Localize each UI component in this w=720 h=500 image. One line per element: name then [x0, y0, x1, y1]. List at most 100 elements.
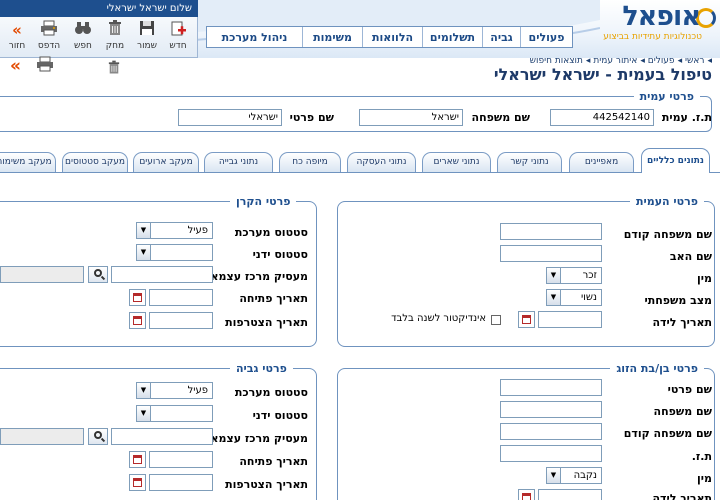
fund-system-status-select[interactable]: פעיל ▼	[136, 222, 213, 239]
back-arrows-icon: «	[12, 21, 22, 39]
tab-status-tracking[interactable]: מעקב סטטוסים	[62, 152, 128, 172]
page-title: טיפול בעמית - ישראל ישראלי	[493, 65, 712, 84]
fund-system-status-label: סטטוס מערכת	[234, 226, 308, 239]
member-marital-value: נשוי	[580, 292, 597, 303]
tab-contact-data[interactable]: נתוני קשר	[497, 152, 562, 172]
print-button[interactable]: הדפס	[34, 20, 64, 54]
calendar-icon[interactable]	[129, 312, 146, 329]
user-greeting: שלום ישראל ישראלי	[0, 0, 198, 17]
calendar-icon[interactable]	[129, 451, 146, 468]
nav-item-system-admin[interactable]: ניהול מערכת	[207, 27, 302, 47]
tab-event-tracking[interactable]: מעקב ארועים	[133, 152, 199, 172]
spouse-id-label: ת.ז.	[691, 450, 712, 463]
member-prev-last-name-field[interactable]	[500, 223, 602, 240]
spouse-first-name-label: שם פרטי	[667, 383, 712, 396]
client-details-legend: פרטי עמית	[633, 90, 700, 103]
nav-item-loans[interactable]: הלוואות	[362, 27, 422, 47]
trash-icon	[100, 20, 130, 40]
fund-join-date-field[interactable]	[149, 312, 213, 329]
logo-tagline: טכנולוגיות עתידיות בביצוע	[603, 32, 702, 42]
calendar-icon[interactable]	[129, 474, 146, 491]
spouse-birth-date-field[interactable]	[538, 489, 602, 500]
calendar-icon[interactable]	[518, 311, 535, 328]
calendar-icon[interactable]	[518, 489, 535, 500]
member-prev-last-name-label: שם משפחה קודם	[623, 228, 712, 241]
collection-open-date-field[interactable]	[149, 451, 213, 468]
spouse-gender-label: מין	[697, 472, 712, 485]
tab-survivors-data[interactable]: נתוני שארים	[422, 152, 491, 172]
company-logo: אופאל טכנולוגיות עתידיות בביצוע	[588, 2, 716, 46]
nav-item-tasks[interactable]: משימות	[302, 27, 362, 47]
client-id-field[interactable]: 442542140	[550, 109, 654, 126]
toolbar: שלום ישראל ישראלי חדש שמור מחק חפש הדפס …	[0, 0, 198, 58]
nav-item-activities[interactable]: פעולים	[520, 27, 572, 47]
back-button[interactable]: « חזור	[2, 20, 32, 54]
search-icon[interactable]	[88, 266, 108, 283]
collection-employer-field[interactable]	[111, 428, 213, 445]
save-button[interactable]: שמור	[132, 20, 162, 54]
back-button-label: חזור	[8, 41, 26, 51]
member-father-name-field[interactable]	[500, 245, 602, 262]
binoculars-icon	[68, 20, 98, 40]
tab-task-tracking[interactable]: מעקב משימות	[0, 152, 56, 172]
spouse-birth-date-label: תאריך לידה	[652, 492, 713, 500]
client-last-name-label: שם משפחה	[471, 111, 530, 124]
search-icon[interactable]	[88, 428, 108, 445]
nav-item-payments[interactable]: תשלומים	[422, 27, 482, 47]
client-last-name-field[interactable]: ישראל	[359, 109, 463, 126]
back-arrows-icon[interactable]: «	[10, 56, 21, 76]
fund-manual-status-select[interactable]: ▼	[136, 244, 213, 261]
printer-icon	[34, 20, 64, 40]
trash-icon[interactable]	[108, 60, 120, 79]
spouse-first-name-field[interactable]	[500, 379, 602, 396]
collection-manual-status-select[interactable]: ▼	[136, 405, 213, 422]
delete-button[interactable]: מחק	[100, 20, 130, 54]
save-icon	[132, 20, 162, 40]
spouse-last-name-field[interactable]	[500, 401, 602, 418]
collection-employer-label: מעסיק מרכז עצמאים	[199, 432, 308, 445]
save-button-label: שמור	[136, 41, 158, 51]
logo-text: אופאל	[622, 1, 701, 32]
nav-item-collection[interactable]: גביה	[482, 27, 520, 47]
print-button-label: הדפס	[37, 41, 61, 51]
year-only-checkbox[interactable]	[491, 315, 501, 325]
delete-button-label: מחק	[105, 41, 125, 51]
tab-general-data[interactable]: נתונים כלליים	[641, 148, 710, 173]
member-gender-select[interactable]: זכר ▼	[546, 267, 602, 284]
fax-printer-icon[interactable]	[36, 56, 54, 76]
collection-system-status-label: סטטוס מערכת	[234, 386, 308, 399]
fund-join-date-label: תאריך הצטרפות	[225, 316, 308, 329]
spouse-gender-value: נקבה	[573, 470, 597, 481]
member-birth-date-label: תאריך לידה	[652, 316, 713, 329]
fund-open-date-label: תאריך פתיחה	[239, 292, 308, 305]
fund-open-date-field[interactable]	[149, 289, 213, 306]
spouse-details-legend: פרטי בן/בת הזוג	[610, 362, 704, 375]
new-button[interactable]: חדש	[163, 20, 193, 54]
member-birth-date-field[interactable]	[538, 311, 602, 328]
fund-employer-field[interactable]	[111, 266, 213, 283]
fund-details-legend: פרטי הקרן	[230, 195, 297, 208]
member-details-legend: פרטי העמית	[630, 195, 704, 208]
tab-characteristics[interactable]: מאפיינים	[569, 152, 634, 172]
calendar-icon[interactable]	[129, 289, 146, 306]
collection-employer-name-field	[0, 428, 84, 445]
tab-employment-data[interactable]: נתוני העסקה	[347, 152, 416, 172]
tab-power-of-attorney[interactable]: מיופה כח	[279, 152, 341, 172]
spouse-id-field[interactable]	[500, 445, 602, 462]
client-first-name-field[interactable]: ישראלי	[178, 109, 282, 126]
chevron-down-icon: ▼	[137, 223, 151, 238]
collection-join-date-field[interactable]	[149, 474, 213, 491]
tab-bar: נתונים כלליים מאפיינים נתוני קשר נתוני ש…	[0, 148, 720, 173]
member-gender-value: זכר	[582, 270, 597, 281]
spouse-prev-last-name-field[interactable]	[500, 423, 602, 440]
member-marital-select[interactable]: נשוי ▼	[546, 289, 602, 306]
chevron-down-icon: ▼	[137, 406, 151, 421]
tab-divider	[0, 172, 720, 173]
spouse-gender-select[interactable]: נקבה ▼	[546, 467, 602, 484]
search-button[interactable]: חפש	[68, 20, 98, 54]
chevron-down-icon: ▼	[547, 268, 561, 283]
collection-system-status-select[interactable]: פעיל ▼	[136, 382, 213, 399]
tab-collection-data[interactable]: נתוני גבייה	[204, 152, 273, 172]
chevron-down-icon: ▼	[137, 383, 151, 398]
fund-manual-status-label: סטטוס ידני	[252, 248, 308, 261]
